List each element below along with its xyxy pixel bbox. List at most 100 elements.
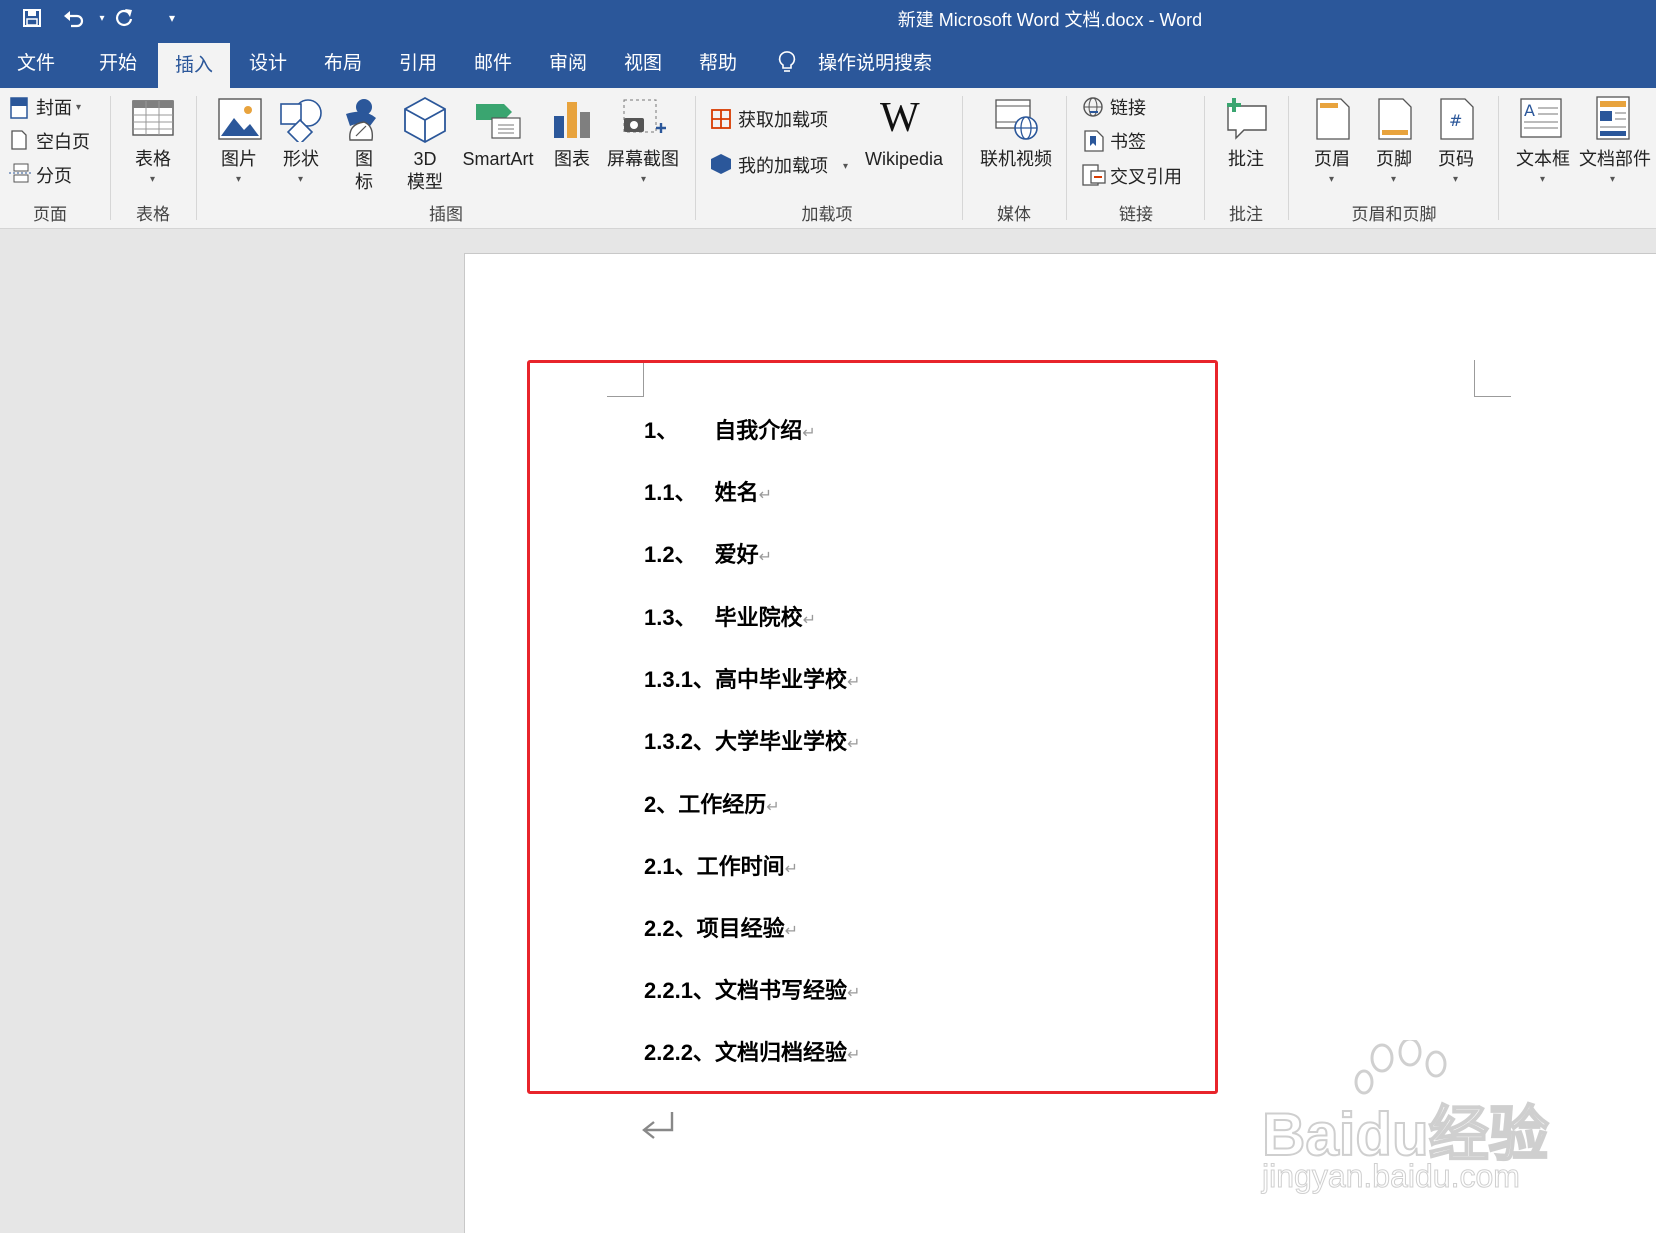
baidu-watermark: Baidu经验 jingyan.baidu.com	[1261, 1040, 1582, 1200]
pictures-button[interactable]: 图片	[206, 148, 272, 171]
chevron-down-icon[interactable]: ▾	[641, 174, 646, 185]
quick-parts-icon	[1596, 96, 1630, 140]
screenshot-button[interactable]: 屏幕截图	[604, 148, 682, 171]
toc-line[interactable]: 1.1、 姓名↵	[644, 475, 772, 507]
get-addins-button[interactable]: 获取加载项	[738, 108, 828, 132]
new-comment-button[interactable]: 批注	[1214, 148, 1278, 171]
page-number-button[interactable]: 页码	[1424, 148, 1488, 171]
picture-icon	[218, 98, 262, 140]
3d-models-button-line1[interactable]: 3D	[392, 148, 458, 171]
toc-text: 姓名	[714, 480, 759, 505]
chevron-down-icon[interactable]: ▾	[236, 174, 241, 185]
toc-line[interactable]: 2.2.1、文档书写经验↵	[644, 973, 860, 1005]
chevron-down-icon[interactable]: ▾	[1610, 174, 1615, 185]
tab-help[interactable]: 帮助	[682, 36, 754, 88]
group-label-links: 链接	[1119, 205, 1153, 224]
undo-icon[interactable]	[60, 4, 88, 32]
customize-qat-icon[interactable]: ▾	[158, 4, 186, 32]
paragraph-mark: ↵	[802, 612, 817, 629]
shapes-button[interactable]: 形状	[268, 148, 334, 171]
my-addins-button[interactable]: 我的加载项	[738, 154, 828, 178]
chevron-down-icon[interactable]: ▾	[1540, 174, 1545, 185]
page-number-icon: #	[1440, 98, 1474, 140]
toc-text: 毕业院校	[714, 605, 803, 630]
blank-page-button[interactable]: 空白页	[36, 130, 90, 154]
tell-me-search[interactable]: 操作说明搜索	[818, 36, 932, 88]
chevron-down-icon[interactable]: ▾	[298, 174, 303, 185]
save-icon[interactable]	[18, 4, 46, 32]
toc-line[interactable]: 1.3.2、大学毕业学校↵	[644, 724, 860, 756]
toc-text: 爱好	[714, 542, 759, 567]
tab-layout[interactable]: 布局	[307, 36, 379, 88]
toc-line[interactable]: 1.2、 爱好↵	[644, 537, 772, 569]
shapes-icon	[280, 99, 322, 142]
tab-references[interactable]: 引用	[382, 36, 454, 88]
watermark-url: jingyan.baidu.com	[1262, 1158, 1521, 1195]
wikipedia-button[interactable]: Wikipedia	[858, 148, 950, 171]
tab-home[interactable]: 开始	[82, 36, 154, 88]
toc-number: 1.3.2、	[644, 729, 715, 754]
tab-file[interactable]: 文件	[0, 36, 72, 88]
tab-mailings[interactable]: 邮件	[457, 36, 529, 88]
paragraph-mark: ↵	[846, 736, 861, 753]
toc-line[interactable]: 2.1、工作时间↵	[644, 849, 798, 881]
smartart-button[interactable]: SmartArt	[456, 148, 540, 171]
tab-design[interactable]: 设计	[232, 36, 304, 88]
tab-insert[interactable]: 插入	[158, 43, 230, 88]
toc-line[interactable]: 2.2.2、文档归档经验↵	[644, 1035, 860, 1067]
tab-review[interactable]: 审阅	[532, 36, 604, 88]
redo-icon[interactable]	[110, 4, 138, 32]
toc-number: 1、	[644, 418, 679, 443]
chevron-down-icon[interactable]: ▾	[1453, 174, 1458, 185]
page-break-button[interactable]: 分页	[36, 164, 72, 188]
toc-number: 2.2.1、	[644, 978, 715, 1003]
tab-view[interactable]: 视图	[607, 36, 679, 88]
chevron-down-icon[interactable]: ▾	[1391, 174, 1396, 185]
chevron-down-icon[interactable]: ▾	[150, 174, 155, 185]
ribbon-insert: 封面 ▾ 空白页 分页 页面 表格 ▾ 表格 图片 ▾ 形状 ▾ 图 标 3D …	[0, 88, 1656, 229]
screenshot-icon	[623, 99, 666, 133]
text-box-button[interactable]: 文本框	[1510, 148, 1576, 171]
toc-line[interactable]: 2.2、项目经验↵	[644, 911, 798, 943]
paragraph-mark: ↵	[758, 549, 773, 566]
chevron-down-icon[interactable]: ▾	[1329, 174, 1334, 185]
link-icon	[1083, 97, 1103, 117]
cover-page-button[interactable]: 封面	[36, 96, 72, 120]
bookmark-button[interactable]: 书签	[1110, 130, 1146, 154]
header-button[interactable]: 页眉	[1300, 148, 1364, 171]
toc-line[interactable]: 1.3、 毕业院校↵	[644, 600, 816, 632]
group-label-tables: 表格	[136, 205, 170, 224]
cross-reference-button[interactable]: 交叉引用	[1110, 165, 1182, 189]
icons-button-line2[interactable]: 标	[344, 171, 384, 194]
icons-button-line1[interactable]: 图	[344, 148, 384, 171]
chart-button[interactable]: 图表	[540, 148, 604, 171]
paragraph-mark: ↵	[846, 674, 861, 691]
group-label-header-footer: 页眉和页脚	[1351, 205, 1437, 224]
online-video-button[interactable]: 联机视频	[972, 148, 1060, 171]
paragraph-mark: ↵	[758, 487, 773, 504]
footer-button[interactable]: 页脚	[1362, 148, 1426, 171]
bookmark-icon	[1084, 130, 1104, 152]
wikipedia-icon: W	[880, 95, 920, 141]
cross-reference-icon	[1082, 164, 1106, 186]
paragraph-mark: ↵	[846, 1047, 861, 1064]
toc-number: 2、	[644, 792, 679, 817]
paragraph-mark: ↵	[766, 799, 780, 816]
footer-icon	[1378, 98, 1412, 140]
group-label-addins: 加载项	[801, 205, 853, 224]
quick-parts-button[interactable]: 文档部件	[1576, 148, 1654, 171]
page-break-icon	[9, 163, 31, 183]
toc-line[interactable]: 1、 自我介绍↵	[644, 413, 816, 445]
3d-models-button-line2[interactable]: 模型	[392, 171, 458, 194]
title-bar: ▾ ▾ 新建 Microsoft Word 文档.docx - Word	[0, 0, 1656, 36]
table-button[interactable]: 表格	[120, 148, 186, 171]
toc-line[interactable]: 1.3.1、高中毕业学校↵	[644, 662, 860, 694]
toc-text: 项目经验	[696, 916, 785, 941]
toc-text: 工作时间	[696, 854, 785, 879]
chevron-down-icon[interactable]: ▾	[76, 102, 81, 113]
toc-line[interactable]: 2、工作经历↵	[644, 787, 780, 819]
chevron-down-icon[interactable]: ▾	[843, 161, 848, 172]
smartart-icon	[476, 104, 521, 139]
link-button[interactable]: 链接	[1110, 96, 1146, 120]
group-label-media: 媒体	[997, 205, 1031, 224]
